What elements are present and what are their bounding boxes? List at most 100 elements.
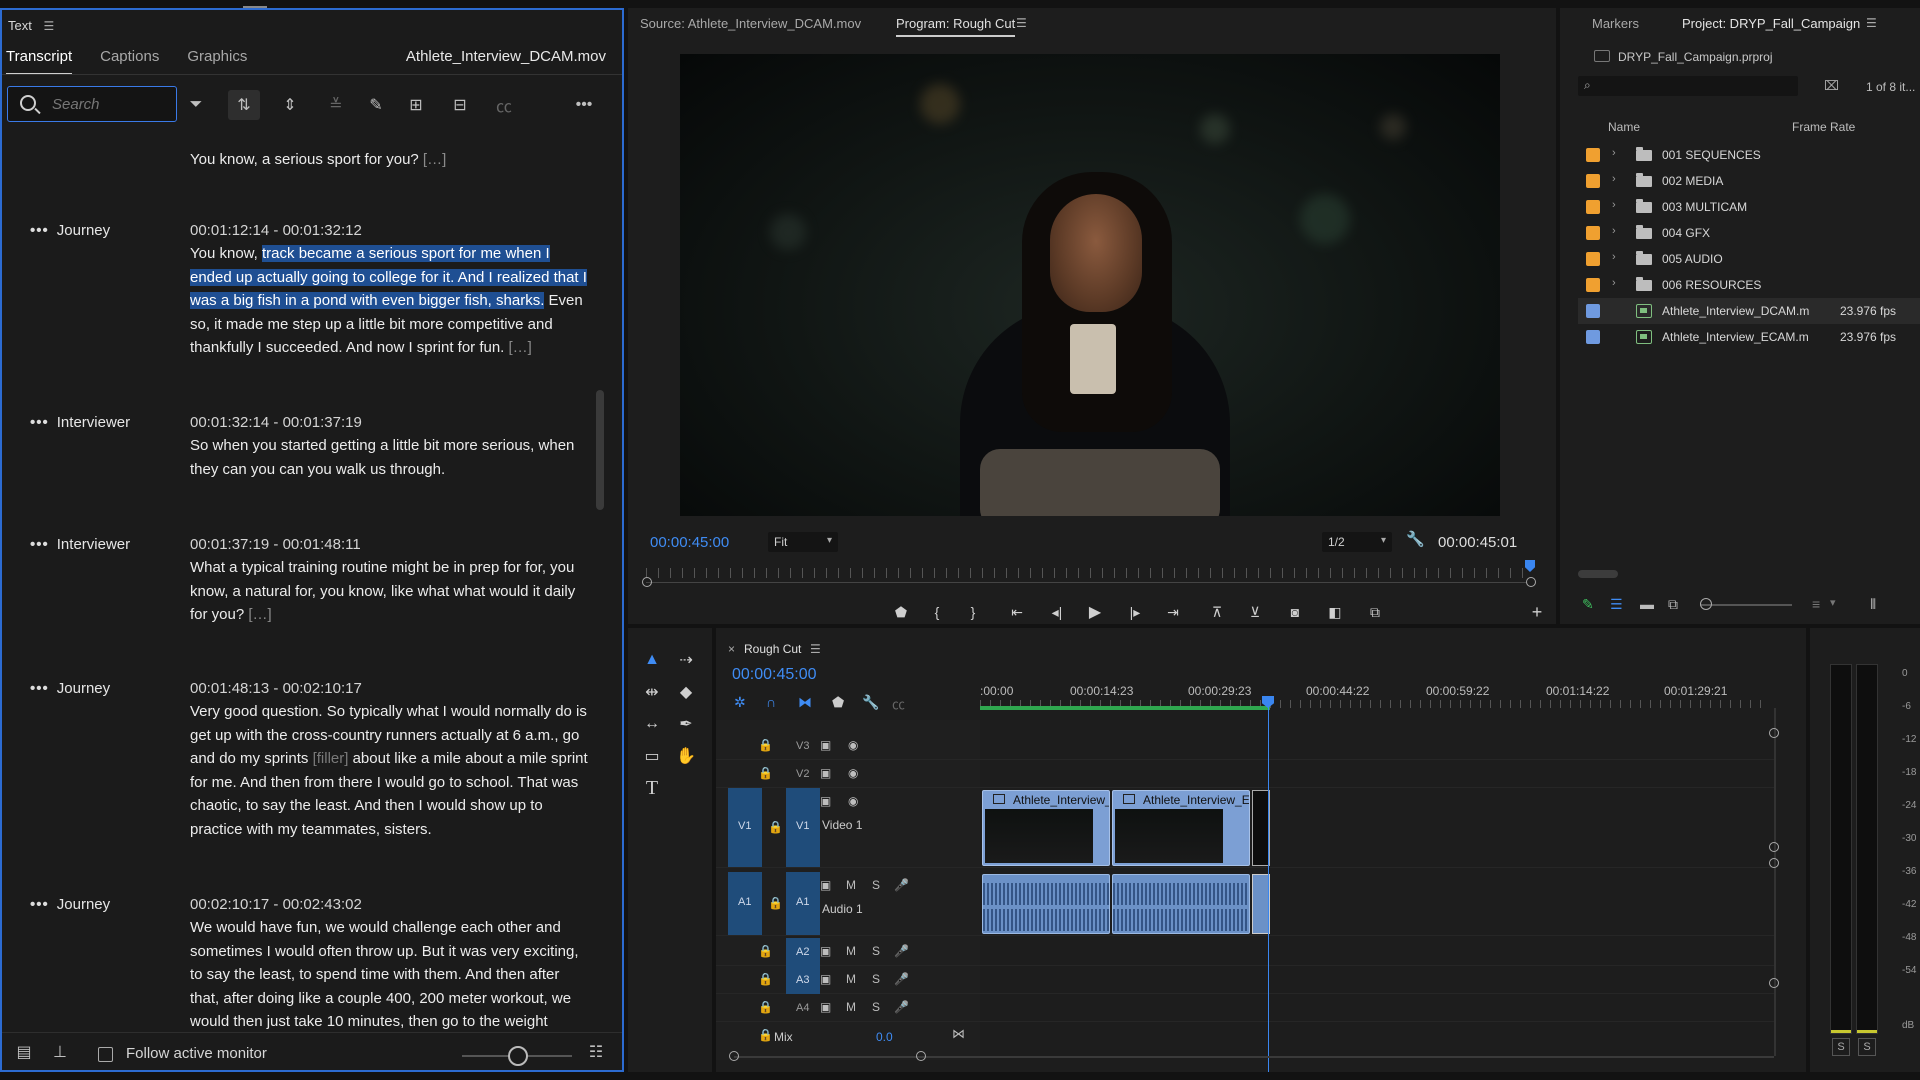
chevron-right-icon[interactable]: ›: [1612, 173, 1616, 185]
panel-menu-icon[interactable]: ☰: [43, 19, 54, 33]
project-search-input[interactable]: ⌕: [1578, 76, 1798, 96]
transcript-scrollbar[interactable]: [596, 390, 604, 510]
compare-view-icon[interactable]: ◧: [1324, 602, 1346, 622]
mute-button[interactable]: M: [846, 878, 856, 892]
lock-icon[interactable]: 🔒: [758, 944, 773, 958]
scroll-handle[interactable]: [1769, 978, 1779, 988]
eye-icon[interactable]: ◉: [848, 794, 858, 808]
list-view-icon[interactable]: ☰: [1610, 596, 1623, 613]
scroll-handle[interactable]: [1769, 858, 1779, 868]
monitor-menu-icon[interactable]: ☰: [1016, 16, 1027, 30]
freeform-view-icon[interactable]: ⧉: [1668, 596, 1678, 613]
project-item[interactable]: Athlete_Interview_ECAM.m 23.976 fps: [1578, 324, 1920, 350]
tab-markers[interactable]: Markers: [1592, 16, 1639, 31]
track-v2[interactable]: 🔒 V2 ▣ ◉: [716, 760, 1776, 788]
hand-tool-icon[interactable]: ✋: [672, 744, 700, 768]
track-v3[interactable]: 🔒 V3 ▣ ◉: [716, 732, 1776, 760]
caption-track-icon[interactable]: ⊥: [48, 1041, 72, 1063]
sync-lock-icon[interactable]: ▣: [820, 794, 831, 808]
mix-collapse-icon[interactable]: ⋈: [952, 1026, 965, 1042]
solo-right-button[interactable]: S: [1858, 1038, 1876, 1056]
timeline-horizontal-scroll[interactable]: [734, 1056, 1774, 1058]
zoom-start-handle[interactable]: [729, 1051, 739, 1061]
speaker-label[interactable]: ••• Journey: [30, 222, 110, 239]
program-current-timecode[interactable]: 00:00:45:00: [650, 534, 729, 551]
step-forward-icon[interactable]: |▸: [1124, 602, 1146, 622]
label-color-swatch[interactable]: [1586, 304, 1600, 318]
extract-icon[interactable]: ⊻: [1244, 602, 1266, 622]
column-name[interactable]: Name: [1608, 120, 1640, 134]
ripple-edit-tool-icon[interactable]: ⇹: [638, 680, 666, 704]
project-item[interactable]: › 003 MULTICAM: [1578, 194, 1920, 220]
project-item[interactable]: › 005 AUDIO: [1578, 246, 1920, 272]
chevron-down-icon[interactable]: ▾: [1830, 596, 1836, 609]
track-select-tool-icon[interactable]: ⇢: [672, 648, 700, 672]
pencil-icon[interactable]: ✎: [364, 94, 388, 116]
new-bin-icon[interactable]: ⌧: [1824, 78, 1839, 94]
project-item[interactable]: Athlete_Interview_DCAM.m 23.976 fps: [1578, 298, 1920, 324]
snap-magnet-icon[interactable]: ∩: [766, 694, 776, 710]
more-options-icon[interactable]: •••: [572, 94, 596, 116]
eye-icon[interactable]: ◉: [848, 738, 858, 752]
slip-tool-icon[interactable]: ↔: [638, 712, 666, 736]
merge-segments-icon[interactable]: ⇕: [278, 94, 302, 116]
zoom-start-handle[interactable]: [642, 577, 652, 587]
microphone-icon[interactable]: 🎤: [894, 944, 909, 958]
scroll-handle[interactable]: [1769, 842, 1779, 852]
sync-lock-icon[interactable]: ▣: [820, 1000, 831, 1014]
insert-icon[interactable]: ⊞: [404, 94, 428, 116]
tab-captions[interactable]: Captions: [100, 48, 159, 75]
transcript-search-box[interactable]: [7, 86, 177, 122]
speaker-more-icon[interactable]: •••: [30, 536, 49, 553]
play-icon[interactable]: ▶: [1084, 602, 1106, 622]
mute-button[interactable]: M: [846, 972, 856, 986]
close-sequence-icon[interactable]: ×: [728, 642, 735, 656]
lock-icon[interactable]: 🔒: [758, 972, 773, 986]
label-color-swatch[interactable]: [1586, 174, 1600, 188]
sequence-menu-icon[interactable]: ☰: [810, 642, 821, 656]
segment-text[interactable]: You know, a serious sport for you? […]: [190, 148, 590, 172]
selection-tool-icon[interactable]: ▲: [638, 648, 666, 672]
project-item[interactable]: › 006 RESOURCES: [1578, 272, 1920, 298]
lift-icon[interactable]: ⊼: [1206, 602, 1228, 622]
segment-text[interactable]: We would have fun, we would challenge ea…: [190, 916, 590, 1032]
track-target-a2[interactable]: A2: [786, 938, 820, 966]
transcript-view-icon[interactable]: ▤: [12, 1041, 36, 1063]
nest-toggle-icon[interactable]: ✲: [734, 694, 746, 711]
mute-button[interactable]: M: [846, 1000, 856, 1014]
sync-lock-icon[interactable]: ▣: [820, 972, 831, 986]
track-v1[interactable]: V1 🔒 V1 ▣ ◉ Video 1 Athlete_Interview_EC…: [716, 788, 1776, 868]
chevron-right-icon[interactable]: ›: [1612, 225, 1616, 237]
chevron-right-icon[interactable]: ›: [1612, 147, 1616, 159]
tab-graphics[interactable]: Graphics: [187, 48, 247, 75]
mix-value[interactable]: 0.0: [876, 1030, 893, 1044]
monitor-playhead[interactable]: [1525, 560, 1535, 572]
segment-text[interactable]: What a typical training routine might be…: [190, 556, 590, 627]
tab-project[interactable]: Project: DRYP_Fall_Campaign: [1682, 16, 1860, 31]
sort-icon[interactable]: ≡: [1812, 596, 1820, 612]
track-target-v1[interactable]: V1: [786, 788, 820, 867]
split-segment-icon[interactable]: ⇅: [228, 90, 260, 120]
segment-text[interactable]: So when you started getting a little bit…: [190, 434, 590, 481]
audio-clip[interactable]: [1112, 874, 1250, 934]
icon-view-icon[interactable]: ▬: [1640, 596, 1654, 612]
project-item[interactable]: › 002 MEDIA: [1578, 168, 1920, 194]
speaker-more-icon[interactable]: •••: [30, 414, 49, 431]
resolution-dropdown[interactable]: 1/2 ▾: [1322, 532, 1392, 552]
project-item[interactable]: › 004 GFX: [1578, 220, 1920, 246]
linked-selection-icon[interactable]: ⧓: [798, 694, 812, 711]
label-color-swatch[interactable]: [1586, 200, 1600, 214]
zoom-slider-knob[interactable]: [508, 1046, 528, 1066]
speaker-label[interactable]: ••• Journey: [30, 896, 110, 913]
lock-icon[interactable]: 🔒: [758, 1028, 773, 1042]
video-clip[interactable]: Athlete_Interview_ECAM.mo: [1112, 790, 1250, 866]
label-color-swatch[interactable]: [1586, 148, 1600, 162]
speaker-label[interactable]: ••• Interviewer: [30, 536, 130, 553]
track-mix[interactable]: 🔒 Mix 0.0 ⋈: [716, 1022, 1776, 1050]
timeline-settings-icon[interactable]: 🔧: [862, 694, 879, 711]
timeline-timecode[interactable]: 00:00:45:00: [732, 666, 817, 684]
automate-to-sequence-icon[interactable]: ⦀: [1870, 596, 1876, 613]
rectangle-tool-icon[interactable]: ▭: [638, 744, 666, 768]
settings-sliders-icon[interactable]: ☷: [584, 1041, 608, 1063]
eye-icon[interactable]: ◉: [848, 766, 858, 780]
